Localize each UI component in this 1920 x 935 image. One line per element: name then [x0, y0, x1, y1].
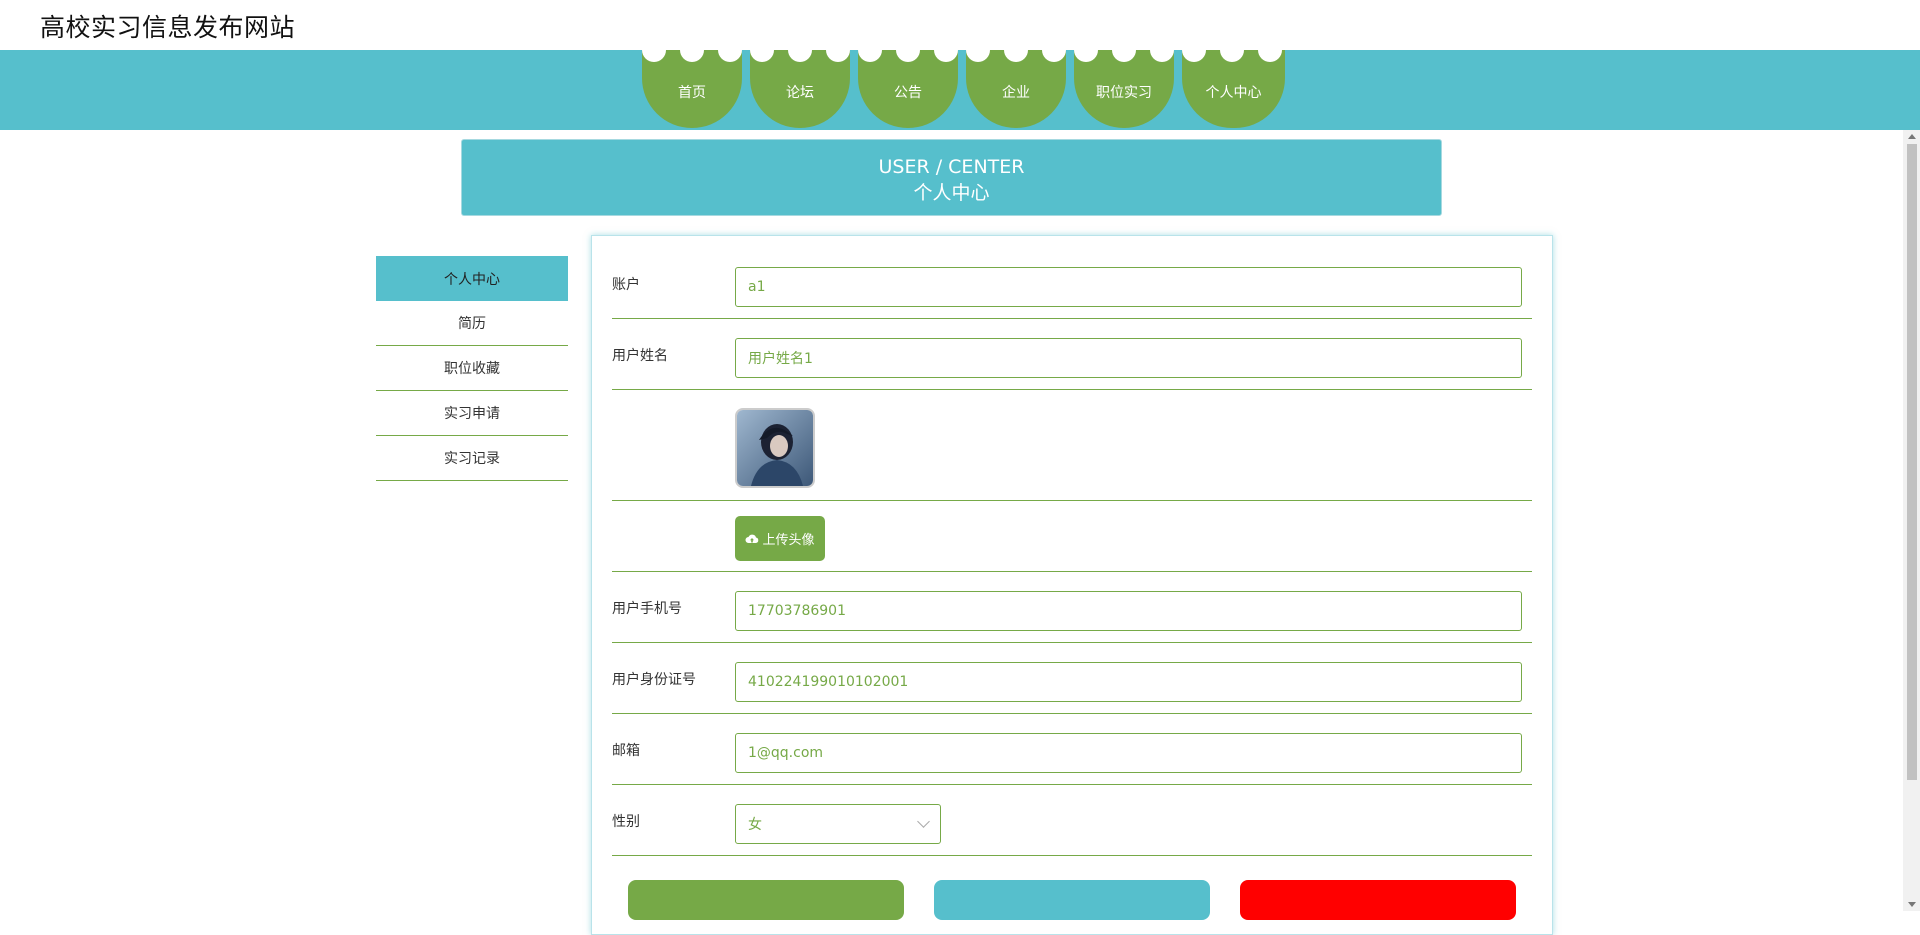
nav-scallop-decoration [858, 38, 882, 62]
idcard-input[interactable] [735, 662, 1522, 702]
nav-item-user-center[interactable]: 个人中心 [1182, 38, 1285, 128]
nav-scallop-decoration [1182, 38, 1206, 62]
form-row-upload: 上传头像 [612, 501, 1532, 572]
upload-avatar-label: 上传头像 [762, 533, 815, 548]
scroll-up-arrow-icon[interactable] [1908, 134, 1916, 139]
phone-input[interactable] [735, 591, 1522, 631]
gender-label: 性别 [612, 814, 640, 830]
scroll-thumb[interactable] [1907, 144, 1917, 780]
nav-label: 首页 [678, 85, 706, 101]
nav-scallop-decoration [788, 38, 812, 62]
sidebar-item-resume[interactable]: 简历 [376, 301, 568, 346]
nav-item-forum[interactable]: 论坛 [750, 38, 850, 128]
page-banner: USER / CENTER 个人中心 [461, 139, 1442, 216]
nav-item-notice[interactable]: 公告 [858, 38, 958, 128]
sidebar-item-internship-applications[interactable]: 实习申请 [376, 391, 568, 436]
email-label: 邮箱 [612, 743, 640, 759]
nav-scallop-decoration [1258, 38, 1282, 62]
nav-label: 公告 [894, 85, 922, 101]
nav-scallop-decoration [1150, 38, 1174, 62]
logout-button[interactable] [1240, 880, 1516, 920]
nav-scallop-decoration [1074, 38, 1098, 62]
email-input[interactable] [735, 733, 1522, 773]
form-row-avatar [612, 390, 1532, 501]
avatar [735, 408, 815, 488]
banner-title-cn: 个人中心 [913, 182, 990, 204]
sidebar-item-job-favorites[interactable]: 职位收藏 [376, 346, 568, 391]
secondary-action-button[interactable] [934, 880, 1210, 920]
phone-label: 用户手机号 [612, 601, 682, 617]
nav-item-internship[interactable]: 职位实习 [1074, 38, 1174, 128]
account-label: 账户 [612, 277, 640, 293]
form-row-phone: 用户手机号 [612, 572, 1532, 643]
nav-scallop-decoration [1220, 38, 1244, 62]
nav-scallop-decoration [750, 38, 774, 62]
form-row-username: 用户姓名 [612, 319, 1532, 390]
nav-label: 企业 [1002, 85, 1030, 101]
nav-label: 职位实习 [1096, 85, 1152, 101]
profile-form: 账户 用户姓名 [591, 235, 1553, 935]
nav-scallop-decoration [680, 38, 704, 62]
nav-scallop-decoration [1112, 38, 1136, 62]
nav-scallop-decoration [1042, 38, 1066, 62]
sidebar-item-internship-records[interactable]: 实习记录 [376, 436, 568, 481]
nav-scallop-decoration [642, 38, 666, 62]
site-title: 高校实习信息发布网站 [40, 13, 296, 42]
sidebar-item-user-center[interactable]: 个人中心 [376, 256, 568, 301]
update-info-button[interactable] [628, 880, 904, 920]
chevron-down-icon [917, 815, 930, 828]
nav-scallop-decoration [896, 38, 920, 62]
nav-scallop-decoration [934, 38, 958, 62]
form-row-email: 邮箱 [612, 714, 1532, 785]
sidebar: 个人中心 简历 职位收藏 实习申请 实习记录 [376, 256, 568, 481]
upload-avatar-button[interactable]: 上传头像 [735, 516, 825, 561]
main-nav: 首页 论坛 公告 企业 职位实习 个人中心 [642, 38, 1285, 130]
nav-scallop-decoration [1004, 38, 1028, 62]
nav-scallop-decoration [966, 38, 990, 62]
nav-item-home[interactable]: 首页 [642, 38, 742, 128]
scroll-down-arrow-icon[interactable] [1908, 902, 1916, 907]
username-label: 用户姓名 [612, 348, 668, 364]
banner-title-en: USER / CENTER [878, 156, 1025, 178]
nav-scallop-decoration [826, 38, 850, 62]
account-input[interactable] [735, 267, 1522, 307]
nav-label: 论坛 [786, 85, 814, 101]
form-row-account: 账户 [612, 236, 1532, 319]
gender-select[interactable]: 女 [735, 804, 941, 844]
nav-item-company[interactable]: 企业 [966, 38, 1066, 128]
form-row-gender: 性别 女 [612, 785, 1532, 856]
gender-selected-value: 女 [748, 817, 762, 833]
page-scrollbar[interactable] [1903, 130, 1920, 911]
cloud-upload-icon [745, 534, 759, 543]
idcard-label: 用户身份证号 [612, 672, 696, 688]
username-input[interactable] [735, 338, 1522, 378]
nav-label: 个人中心 [1205, 85, 1262, 101]
form-row-idcard: 用户身份证号 [612, 643, 1532, 714]
nav-scallop-decoration [718, 38, 742, 62]
